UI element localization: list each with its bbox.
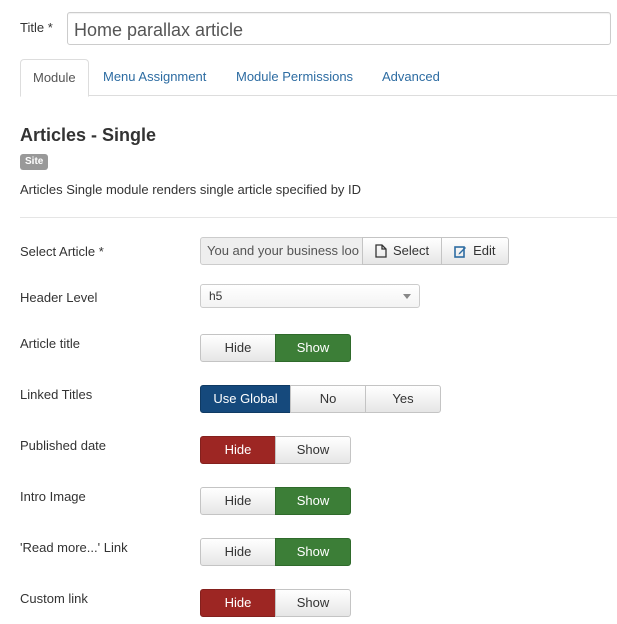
header-level-label: Header Level bbox=[20, 290, 98, 305]
article-edit-button-label: Edit bbox=[473, 243, 496, 258]
custom-link-toggle: Hide Show bbox=[200, 589, 351, 617]
read-more-link-show-button[interactable]: Show bbox=[275, 538, 351, 566]
title-input[interactable] bbox=[67, 12, 611, 45]
read-more-link-toggle: Hide Show bbox=[200, 538, 351, 566]
article-title-show-button[interactable]: Show bbox=[275, 334, 351, 362]
linked-titles-no-button[interactable]: No bbox=[290, 385, 366, 413]
article-select-button[interactable]: Select bbox=[362, 237, 443, 265]
tab-advanced[interactable]: Advanced bbox=[382, 59, 440, 96]
linked-titles-label: Linked Titles bbox=[20, 387, 93, 402]
header-level-value: h5 bbox=[209, 289, 223, 303]
article-select-group: You and your business loo Select Edit bbox=[200, 237, 509, 265]
custom-link-label: Custom link bbox=[20, 591, 88, 606]
tab-module[interactable]: Module bbox=[20, 59, 89, 97]
header-level-select[interactable]: h5 bbox=[200, 284, 420, 308]
article-title-toggle: Hide Show bbox=[200, 334, 351, 362]
published-date-hide-button[interactable]: Hide bbox=[200, 436, 276, 464]
site-badge: Site bbox=[20, 154, 49, 170]
edit-icon bbox=[454, 245, 467, 258]
intro-image-hide-button[interactable]: Hide bbox=[200, 487, 276, 515]
linked-titles-toggle: Use Global No Yes bbox=[200, 385, 441, 413]
linked-titles-yes-button[interactable]: Yes bbox=[365, 385, 441, 413]
chevron-down-icon bbox=[403, 294, 411, 299]
published-date-toggle: Hide Show bbox=[200, 436, 351, 464]
article-select-field[interactable]: You and your business loo bbox=[200, 237, 363, 265]
custom-link-hide-button[interactable]: Hide bbox=[200, 589, 276, 617]
tab-module-permissions[interactable]: Module Permissions bbox=[236, 59, 353, 96]
title-label: Title * bbox=[20, 20, 53, 35]
module-tabs: Module Menu Assignment Module Permission… bbox=[20, 59, 617, 97]
tab-menu-assignment[interactable]: Menu Assignment bbox=[103, 59, 206, 96]
article-select-button-label: Select bbox=[393, 243, 430, 258]
read-more-link-hide-button[interactable]: Hide bbox=[200, 538, 276, 566]
article-edit-button[interactable]: Edit bbox=[441, 237, 509, 265]
read-more-link-label: 'Read more...' Link bbox=[20, 540, 128, 555]
published-date-show-button[interactable]: Show bbox=[275, 436, 351, 464]
article-title-hide-button[interactable]: Hide bbox=[200, 334, 276, 362]
title-row: Title * bbox=[20, 12, 611, 46]
divider bbox=[20, 217, 617, 218]
linked-titles-use-global-button[interactable]: Use Global bbox=[200, 385, 291, 413]
intro-image-show-button[interactable]: Show bbox=[275, 487, 351, 515]
select-article-label: Select Article * bbox=[20, 244, 104, 259]
intro-image-label: Intro Image bbox=[20, 489, 86, 504]
article-title-label: Article title bbox=[20, 336, 80, 351]
published-date-label: Published date bbox=[20, 438, 107, 453]
module-description: Articles Single module renders single ar… bbox=[20, 182, 362, 197]
custom-link-show-button[interactable]: Show bbox=[275, 589, 351, 617]
intro-image-toggle: Hide Show bbox=[200, 487, 351, 515]
module-heading: Articles - Single bbox=[20, 125, 157, 145]
file-icon bbox=[375, 244, 387, 258]
